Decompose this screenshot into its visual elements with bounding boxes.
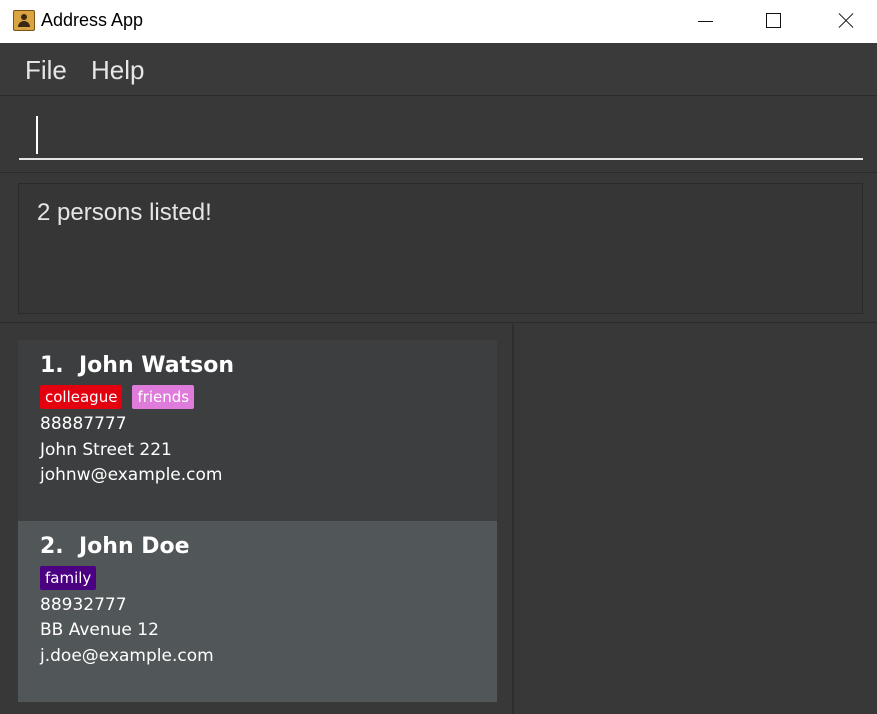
person-address: John Street 221 (40, 440, 172, 460)
person-name-line: 1. John Watson (40, 353, 234, 378)
tag-list: colleague friends (40, 385, 195, 409)
result-display: 2 persons listed! (18, 183, 863, 314)
title-bar: Address App (0, 0, 877, 43)
person-card[interactable]: 1. John Watson colleague friends 8888777… (18, 340, 497, 521)
window-title: Address App (41, 10, 144, 30)
maximize-button[interactable] (744, 0, 802, 43)
menu-file[interactable]: File (25, 55, 67, 86)
person-name: John Doe (79, 534, 190, 559)
menu-help[interactable]: Help (91, 55, 144, 86)
person-address: BB Avenue 12 (40, 620, 159, 640)
tag-family: family (40, 566, 97, 590)
person-phone: 88887777 (40, 414, 127, 434)
person-index: 2. (40, 534, 64, 559)
person-email: johnw@example.com (40, 465, 223, 485)
menu-bar: File Help (0, 43, 877, 96)
tag-friends: friends (132, 385, 195, 409)
minimize-icon (698, 21, 713, 22)
person-list[interactable]: 1. John Watson colleague friends 8888777… (0, 324, 512, 714)
command-input[interactable] (19, 110, 863, 160)
maximize-icon (766, 13, 781, 28)
contact-book-icon (13, 10, 35, 31)
command-box (0, 96, 877, 173)
tag-colleague: colleague (40, 385, 123, 409)
person-email: j.doe@example.com (40, 646, 214, 666)
minimize-button[interactable] (676, 0, 734, 43)
person-index: 1. (40, 353, 64, 378)
tag-list: family (40, 566, 97, 590)
person-name-line: 2. John Doe (40, 534, 190, 559)
close-button[interactable] (815, 0, 873, 43)
person-name: John Watson (79, 353, 234, 378)
person-card-selected[interactable]: 2. John Doe family 88932777 BB Avenue 12… (18, 521, 497, 702)
result-message: 2 persons listed! (37, 199, 212, 226)
detail-panel (514, 324, 877, 714)
result-display-panel: 2 persons listed! (0, 174, 877, 323)
text-caret (36, 116, 38, 154)
person-phone: 88932777 (40, 595, 127, 615)
